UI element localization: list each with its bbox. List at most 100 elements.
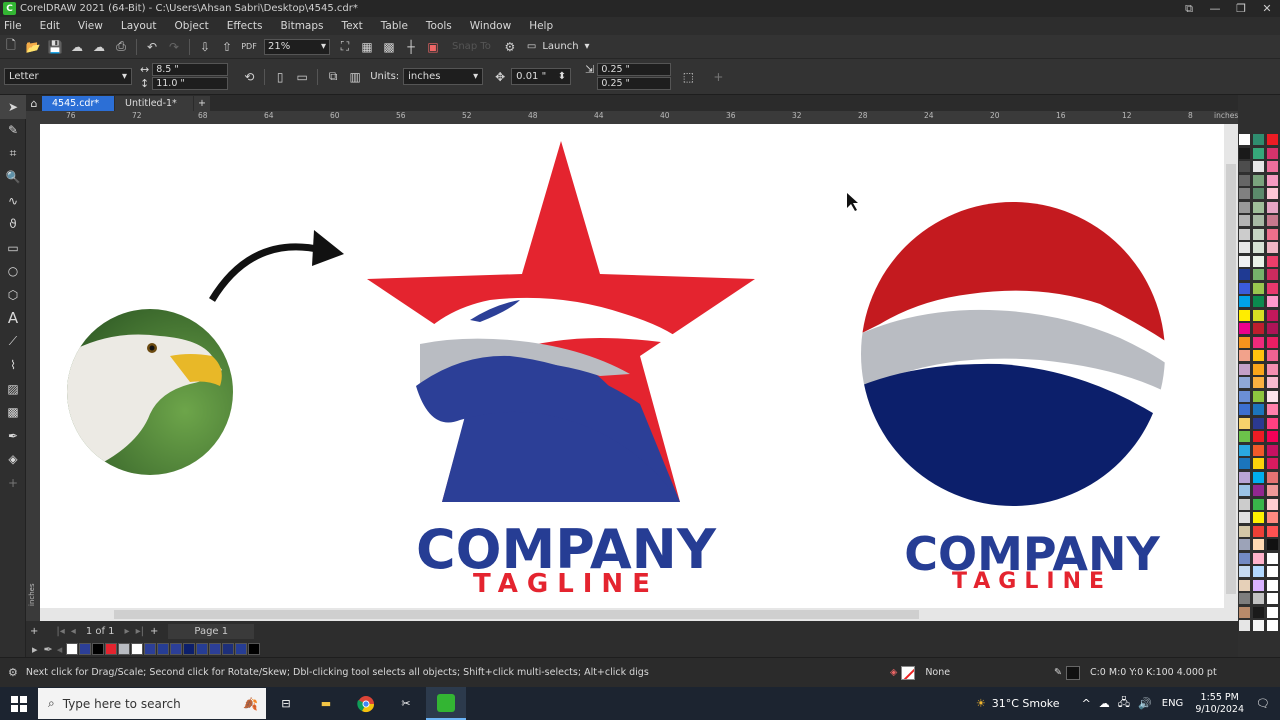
landscape-icon[interactable]: ▭ xyxy=(291,66,313,88)
palette-swatch[interactable] xyxy=(1266,173,1279,187)
palette-swatch[interactable] xyxy=(1238,349,1251,362)
network-icon[interactable]: 🖧 xyxy=(1118,694,1130,713)
palette-swatch[interactable] xyxy=(1266,268,1279,281)
palette-swatch[interactable] xyxy=(1238,200,1251,214)
palette-swatch[interactable] xyxy=(1266,403,1279,416)
palette-swatch[interactable] xyxy=(1266,146,1279,160)
parallel-dimension-tool-icon[interactable]: ⟋ xyxy=(0,330,26,354)
palette-swatch[interactable] xyxy=(1238,578,1251,592)
shape-tool-icon[interactable]: ✎ xyxy=(0,119,26,143)
palette-swatch[interactable] xyxy=(1266,214,1279,227)
color-palette[interactable] xyxy=(1238,95,1280,657)
palette-swatch[interactable] xyxy=(1252,241,1265,254)
chrome-icon[interactable] xyxy=(346,687,386,720)
palette-swatch[interactable] xyxy=(1252,133,1265,146)
vertical-ruler[interactable]: inches xyxy=(26,124,40,621)
palette-swatch[interactable] xyxy=(1266,538,1279,551)
swatch-color[interactable] xyxy=(105,643,118,655)
close-button[interactable]: ✕ xyxy=(1254,0,1280,17)
ellipse-tool-icon[interactable]: ○ xyxy=(0,260,26,284)
palette-swatch[interactable] xyxy=(1252,362,1265,376)
palette-swatch[interactable] xyxy=(1252,160,1265,173)
palette-swatch[interactable] xyxy=(1238,281,1251,295)
treat-as-filled-icon[interactable]: ⬚ xyxy=(677,66,699,88)
palette-swatch[interactable] xyxy=(1252,511,1265,524)
palette-swatch[interactable] xyxy=(1252,295,1265,308)
logo-star-eagle[interactable] xyxy=(367,141,755,502)
swatch-color[interactable] xyxy=(157,643,170,655)
language-indicator[interactable]: ENG xyxy=(1162,698,1184,709)
tab-4545-cdr[interactable]: 4545.cdr* xyxy=(42,96,114,111)
palette-swatch[interactable] xyxy=(1252,187,1265,200)
palette-swatch[interactable] xyxy=(1266,335,1279,349)
first-page-icon[interactable]: |◂ xyxy=(56,626,64,637)
palette-swatch[interactable] xyxy=(1238,565,1251,578)
swatch-none[interactable] xyxy=(66,643,79,655)
palette-swatch[interactable] xyxy=(1238,443,1251,457)
show-grid-icon[interactable]: ▩ xyxy=(378,36,400,58)
units-select[interactable]: inches ▾ xyxy=(403,68,484,85)
palette-swatch[interactable] xyxy=(1238,430,1251,443)
eagle-photo[interactable] xyxy=(66,309,236,479)
save-icon[interactable]: 💾 xyxy=(44,36,66,58)
zoom-tool-icon[interactable]: 🔍 xyxy=(0,166,26,190)
weather-text[interactable]: 31°C Smoke xyxy=(992,697,1060,710)
palette-swatch[interactable] xyxy=(1252,430,1265,443)
palette-swatch[interactable] xyxy=(1252,592,1265,605)
palette-swatch[interactable] xyxy=(1266,349,1279,362)
palette-swatch[interactable] xyxy=(1266,295,1279,308)
new-document-icon[interactable]: 🗋 xyxy=(0,36,22,58)
palette-swatch[interactable] xyxy=(1238,524,1251,538)
swatch-color[interactable] xyxy=(209,643,222,655)
cloud-download-icon[interactable]: ☁ xyxy=(66,36,88,58)
palette-swatch[interactable] xyxy=(1266,281,1279,295)
palette-swatch[interactable] xyxy=(1266,241,1279,254)
logo1-tagline-text[interactable]: TAGLINE xyxy=(473,569,659,599)
import-icon[interactable]: ⇩ xyxy=(194,36,216,58)
palette-swatch[interactable] xyxy=(1252,254,1265,268)
page-width-input[interactable]: 8.5 " xyxy=(152,63,229,76)
palette-swatch[interactable] xyxy=(1266,619,1279,632)
horizontal-ruler[interactable]: 76 72 68 64 60 56 52 48 44 40 36 32 28 2… xyxy=(40,111,1238,124)
fill-icon[interactable]: ◈ xyxy=(890,667,897,678)
palette-swatch[interactable] xyxy=(1266,362,1279,376)
menu-bitmaps[interactable]: Bitmaps xyxy=(280,20,323,32)
new-tab-button[interactable]: + xyxy=(194,96,210,111)
tab-untitled-1[interactable]: Untitled-1* xyxy=(115,96,193,111)
outline-pen-icon[interactable]: ✎ xyxy=(1054,667,1062,678)
swatch-color[interactable] xyxy=(79,643,92,655)
text-tool-icon[interactable]: A xyxy=(0,307,26,331)
home-icon[interactable]: ⌂ xyxy=(26,96,42,111)
redo-icon[interactable]: ↷ xyxy=(163,36,185,58)
capcut-icon[interactable]: ✂ xyxy=(386,687,426,720)
palette-arrow-icon[interactable]: ◂ xyxy=(57,643,63,656)
palette-swatch[interactable] xyxy=(1266,187,1279,200)
swatch-color[interactable] xyxy=(131,643,144,655)
duplicate-x-input[interactable]: 0.25 " xyxy=(597,63,672,76)
palette-swatch[interactable] xyxy=(1266,227,1279,241)
palette-swatch[interactable] xyxy=(1252,565,1265,578)
palette-swatch[interactable] xyxy=(1238,403,1251,416)
palette-swatch[interactable] xyxy=(1238,146,1251,160)
full-screen-icon[interactable]: ⛶ xyxy=(334,36,356,58)
palette-swatch[interactable] xyxy=(1266,254,1279,268)
show-rulers-icon[interactable]: ▦ xyxy=(356,36,378,58)
undo-icon[interactable]: ↶ xyxy=(141,36,163,58)
transparency-tool-icon[interactable]: ▩ xyxy=(0,401,26,425)
nudge-distance-input[interactable]: 0.01 " ⬍ xyxy=(511,68,572,85)
palette-swatch[interactable] xyxy=(1252,484,1265,497)
alignment-guides-icon[interactable]: ▣ xyxy=(422,36,444,58)
add-icon[interactable]: + xyxy=(707,66,729,88)
palette-swatch[interactable] xyxy=(1238,511,1251,524)
logo2-tagline-text[interactable]: TAGLINE xyxy=(952,569,1112,594)
palette-swatch[interactable] xyxy=(1266,511,1279,524)
palette-swatch[interactable] xyxy=(1238,470,1251,484)
freehand-tool-icon[interactable]: ∿ xyxy=(0,189,26,213)
palette-swatch[interactable] xyxy=(1266,443,1279,457)
notification-icon[interactable]: 🗨 xyxy=(1256,697,1270,710)
palette-swatch[interactable] xyxy=(1252,457,1265,470)
add-tool-icon[interactable]: + xyxy=(0,471,26,495)
palette-swatch[interactable] xyxy=(1238,308,1251,322)
window-restore-icon[interactable]: ⧉ xyxy=(1176,0,1202,17)
show-hidden-icons-chevron-icon[interactable]: ^ xyxy=(1082,697,1091,710)
